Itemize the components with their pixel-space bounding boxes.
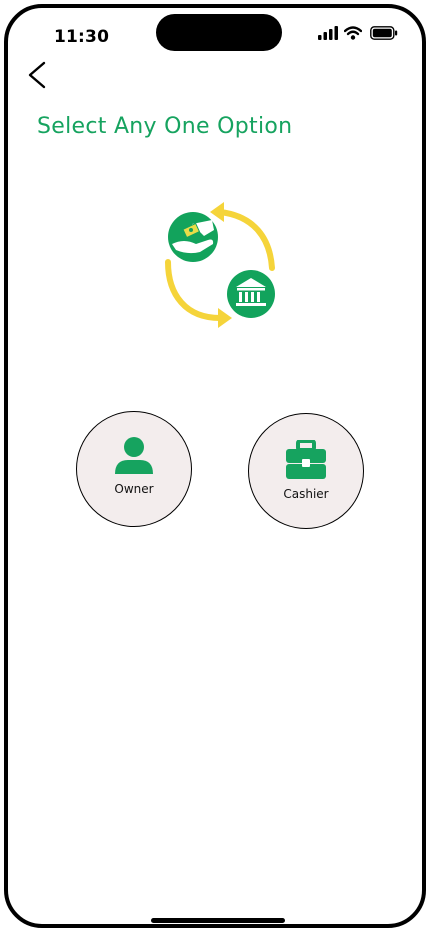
phone-frame: 11:30 Select Any One Option Owner Cashie… — [4, 4, 426, 928]
page-title: Select Any One Option — [37, 114, 293, 139]
back-button[interactable] — [22, 58, 56, 92]
payment-exchange-illustration — [165, 202, 275, 328]
cashier-option-label: Cashier — [283, 487, 329, 501]
signal-icon — [318, 26, 338, 40]
bank-icon — [227, 270, 275, 318]
owner-option-label: Owner — [114, 482, 154, 496]
battery-icon — [370, 26, 398, 40]
dynamic-island — [156, 14, 282, 51]
status-time: 11:30 — [54, 27, 110, 47]
person-icon — [115, 437, 153, 474]
cash-hand-icon — [168, 212, 218, 262]
home-indicator[interactable] — [151, 918, 285, 923]
chevron-left-icon — [28, 61, 46, 89]
briefcase-icon — [286, 440, 326, 479]
wifi-icon — [344, 26, 362, 40]
cashier-option-button[interactable]: Cashier — [248, 413, 364, 529]
owner-option-button[interactable]: Owner — [76, 411, 192, 527]
